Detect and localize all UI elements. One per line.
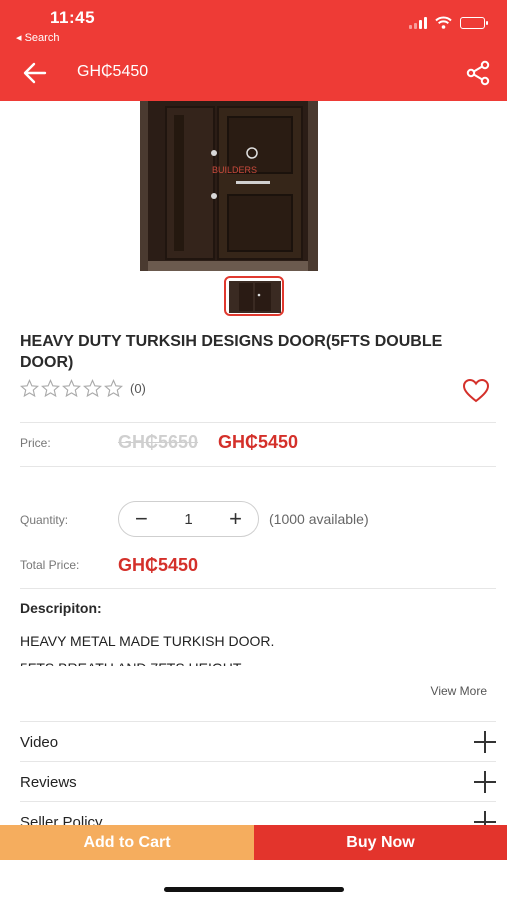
section-reviews[interactable]: Reviews [20, 762, 496, 802]
new-price: GH₵5450 [218, 432, 299, 452]
status-time: 11:45 [50, 8, 96, 27]
buy-now-button[interactable]: Buy Now [254, 825, 507, 860]
product-main-image[interactable]: BUILDERS [140, 101, 318, 271]
quantity-stepper: − 1 + [118, 501, 259, 537]
divider [20, 422, 496, 423]
decrement-button[interactable]: − [135, 508, 148, 530]
star-empty-icon [104, 379, 123, 398]
star-empty-icon [62, 379, 81, 398]
status-back-link[interactable]: ◂ Search [16, 31, 59, 44]
star-empty-icon [41, 379, 60, 398]
rating-row: (0) [20, 379, 146, 398]
header-title: GH₵5450 [77, 63, 149, 80]
description-heading: Descripiton: [20, 600, 102, 616]
add-to-cart-button[interactable]: Add to Cart [0, 825, 254, 860]
product-thumbnail[interactable] [224, 276, 284, 316]
quantity-label: Quantity: [20, 513, 69, 527]
star-empty-icon [20, 379, 39, 398]
product-title: HEAVY DUTY TURKSIH DESIGNS DOOR(5FTS DOU… [20, 333, 443, 371]
heart-icon[interactable] [462, 378, 490, 404]
svg-text:BUILDERS: BUILDERS [212, 165, 257, 175]
battery-icon [460, 16, 488, 29]
signal-icon [409, 16, 427, 29]
door-image-icon: BUILDERS [140, 101, 318, 271]
old-price: GH₵5650 [118, 432, 199, 452]
back-arrow-icon[interactable] [22, 60, 48, 86]
quantity-value[interactable]: 1 [184, 511, 192, 528]
plus-icon[interactable] [474, 771, 496, 793]
available-count: (1000 available) [269, 511, 369, 527]
share-icon[interactable] [465, 60, 491, 86]
price-label: Price: [20, 436, 51, 450]
increment-button[interactable]: + [229, 508, 242, 530]
home-indicator[interactable] [164, 887, 344, 892]
description-text: HEAVY METAL MADE TURKISH DOOR. 5FTS BREA… [20, 628, 490, 666]
section-video[interactable]: Video [20, 722, 496, 762]
status-icons [409, 16, 488, 29]
star-empty-icon [83, 379, 102, 398]
divider [20, 588, 496, 589]
total-price-label: Total Price: [20, 558, 80, 572]
rating-count: (0) [130, 381, 146, 396]
view-more-link[interactable]: View More [431, 684, 487, 698]
plus-icon[interactable] [474, 731, 496, 753]
section-label: Video [20, 733, 59, 751]
app-header: 11:45 ◂ Search GH₵5450 [0, 0, 507, 101]
divider [20, 466, 496, 467]
description-line: HEAVY METAL MADE TURKISH DOOR. [20, 633, 275, 649]
description-line: 5FTS BREATH AND 7FTS HEIGHT [20, 655, 490, 666]
section-label: Reviews [20, 773, 77, 791]
bottom-action-bar: Add to Cart Buy Now [0, 825, 507, 860]
total-price: GH₵5450 [118, 555, 199, 575]
wifi-icon [435, 16, 452, 29]
door-thumbnail-icon [229, 281, 281, 313]
